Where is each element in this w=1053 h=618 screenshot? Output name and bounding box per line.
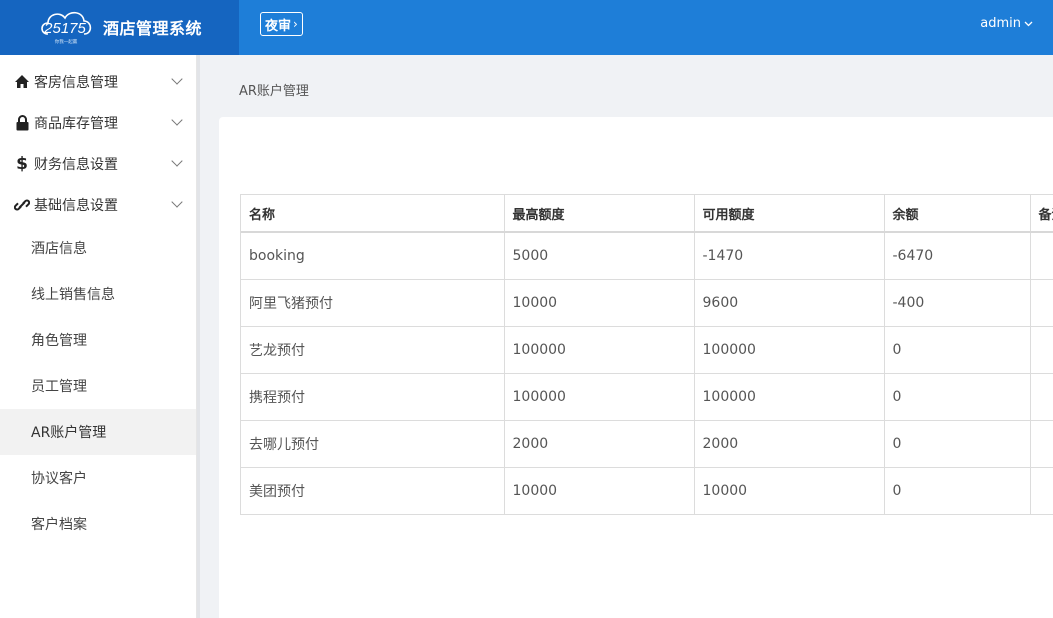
logo-cloud-icon: 25175 你我一起赢 <box>41 11 92 45</box>
cell-balance: 0 <box>884 467 1031 515</box>
column-header-available-limit: 可用额度 <box>694 195 885 233</box>
table-row[interactable]: 去哪儿预付 2000 2000 0 <box>241 420 1053 468</box>
cell-max-limit: 100000 <box>504 326 695 374</box>
table-row[interactable]: 携程预付 100000 100000 0 <box>241 373 1053 421</box>
night-audit-button[interactable]: 夜审 › <box>260 12 303 36</box>
cell-balance: 0 <box>884 420 1031 468</box>
user-name: admin <box>980 16 1021 31</box>
cell-max-limit: 10000 <box>504 279 695 327</box>
cell-name: 阿里飞猪预付 <box>241 279 505 327</box>
cell-balance: -400 <box>884 279 1031 327</box>
logo-number: 25175 <box>43 20 86 37</box>
sidebar-group-label: 客房信息管理 <box>34 74 118 91</box>
sidebar-group-label: 基础信息设置 <box>34 197 118 214</box>
cell-available-limit: 100000 <box>694 326 885 374</box>
breadcrumb: AR账户管理 <box>239 84 309 99</box>
table-row[interactable]: 阿里飞猪预付 10000 9600 -400 <box>241 279 1053 327</box>
cell-remark <box>1030 373 1053 421</box>
sidebar: 客房信息管理 商品库存管理 $ 财务信息设置 基础信息设置 酒店信息 线上销售信… <box>0 55 197 618</box>
home-icon <box>13 74 31 89</box>
chevron-down-icon <box>171 196 183 208</box>
column-header-balance: 余额 <box>884 195 1031 233</box>
cell-available-limit: 10000 <box>694 467 885 515</box>
cell-available-limit: 9600 <box>694 279 885 327</box>
sidebar-item-ar-accounts[interactable]: AR账户管理 <box>0 409 196 455</box>
cell-max-limit: 5000 <box>504 232 695 280</box>
chevron-right-icon: › <box>293 17 298 31</box>
chevron-down-icon <box>171 114 183 126</box>
cell-balance: -6470 <box>884 232 1031 280</box>
chevron-down-icon <box>171 155 183 167</box>
cell-balance: 0 <box>884 326 1031 374</box>
cell-remark <box>1030 232 1053 280</box>
table-row[interactable]: 艺龙预付 100000 100000 0 <box>241 326 1053 374</box>
sidebar-group-basic-settings[interactable]: 基础信息设置 <box>0 184 196 225</box>
cell-name: booking <box>241 232 505 280</box>
table-header-row: 名称 最高额度 可用额度 余额 备注 <box>241 195 1053 233</box>
cell-remark <box>1030 326 1053 374</box>
sidebar-item-roles[interactable]: 角色管理 <box>0 317 196 363</box>
sidebar-group-label: 财务信息设置 <box>34 156 118 173</box>
sidebar-group-rooms[interactable]: 客房信息管理 <box>0 61 196 102</box>
logo-tagline: 你我一起赢 <box>55 38 78 45</box>
column-header-remark: 备注 <box>1030 195 1053 233</box>
sidebar-item-agreement-clients[interactable]: 协议客户 <box>0 455 196 501</box>
cell-available-limit: 2000 <box>694 420 885 468</box>
chevron-down-icon <box>1024 21 1033 26</box>
cell-name: 去哪儿预付 <box>241 420 505 468</box>
ar-accounts-table-wrapper: 名称 最高额度 可用额度 余额 备注 booking 5000 -1470 -6… <box>240 194 1053 515</box>
cell-balance: 0 <box>884 373 1031 421</box>
night-audit-label: 夜审 <box>265 18 292 34</box>
cell-available-limit: 100000 <box>694 373 885 421</box>
logo-area[interactable]: 25175 你我一起赢 酒店管理系统 <box>0 0 239 55</box>
sidebar-item-online-sales[interactable]: 线上销售信息 <box>0 271 196 317</box>
sidebar-group-inventory[interactable]: 商品库存管理 <box>0 102 196 143</box>
cell-available-limit: -1470 <box>694 232 885 280</box>
user-menu[interactable]: admin <box>980 16 1033 31</box>
sidebar-item-staff[interactable]: 员工管理 <box>0 363 196 409</box>
column-header-name: 名称 <box>241 195 505 233</box>
cell-remark <box>1030 467 1053 515</box>
sidebar-group-label: 商品库存管理 <box>34 115 118 132</box>
cell-max-limit: 10000 <box>504 467 695 515</box>
sidebar-divider <box>197 55 200 618</box>
app-title: 酒店管理系统 <box>103 19 203 38</box>
cell-name: 艺龙预付 <box>241 326 505 374</box>
top-header: 25175 你我一起赢 酒店管理系统 夜审 › admin <box>0 0 1053 55</box>
cell-remark <box>1030 420 1053 468</box>
cell-name: 美团预付 <box>241 467 505 515</box>
table-row[interactable]: 美团预付 10000 10000 0 <box>241 467 1053 515</box>
cell-remark <box>1030 279 1053 327</box>
sidebar-item-customer-files[interactable]: 客户档案 <box>0 501 196 547</box>
cell-name: 携程预付 <box>241 373 505 421</box>
chevron-down-icon <box>171 73 183 85</box>
cell-max-limit: 2000 <box>504 420 695 468</box>
link-icon <box>13 197 31 213</box>
sidebar-group-finance[interactable]: $ 财务信息设置 <box>0 143 196 184</box>
lock-icon <box>13 114 31 131</box>
sidebar-item-hotel-info[interactable]: 酒店信息 <box>0 225 196 271</box>
dollar-icon: $ <box>16 153 28 174</box>
table-row[interactable]: booking 5000 -1470 -6470 <box>241 232 1053 280</box>
cell-max-limit: 100000 <box>504 373 695 421</box>
column-header-max-limit: 最高额度 <box>504 195 695 233</box>
ar-accounts-table: 名称 最高额度 可用额度 余额 备注 booking 5000 -1470 -6… <box>241 195 1053 515</box>
